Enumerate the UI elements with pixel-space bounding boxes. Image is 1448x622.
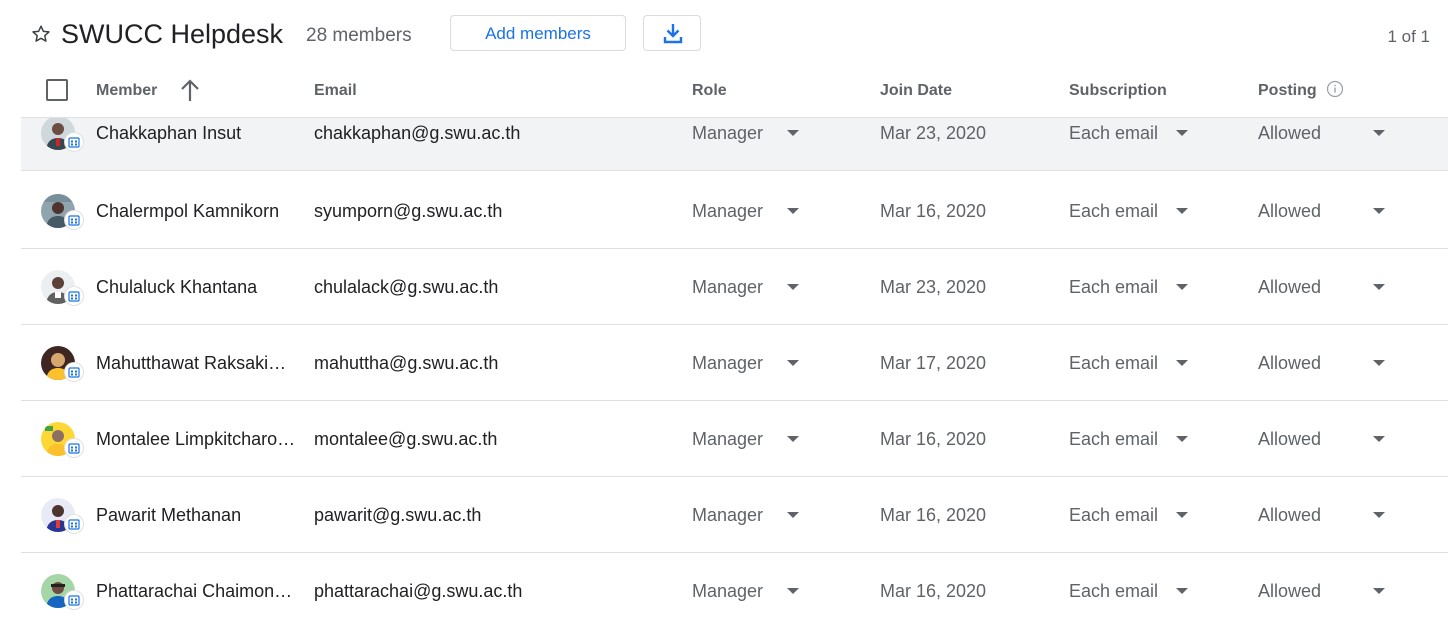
posting-dropdown-icon[interactable] <box>1373 435 1385 442</box>
subscription-dropdown-icon[interactable] <box>1176 359 1188 366</box>
member-email: chakkaphan@g.swu.ac.th <box>314 122 521 143</box>
workspace-badge-icon <box>65 591 83 609</box>
join-date: Mar 23, 2020 <box>880 276 987 297</box>
posting-dropdown-icon[interactable] <box>1373 129 1385 136</box>
posting-select-value[interactable]: Allowed <box>1258 352 1321 374</box>
subscription-dropdown-icon[interactable] <box>1176 207 1188 214</box>
subscription-select-value[interactable]: Each email <box>1069 122 1158 144</box>
subscription-select-value[interactable]: Each email <box>1069 580 1158 602</box>
posting-dropdown-icon[interactable] <box>1373 588 1385 594</box>
pagination-label: 1 of 1 <box>1387 27 1430 46</box>
subscription-select-value[interactable]: Each email <box>1069 428 1158 450</box>
column-header-subscription[interactable]: Subscription <box>1069 81 1167 101</box>
role-dropdown-icon[interactable] <box>787 207 799 214</box>
posting-select-value[interactable]: Allowed <box>1258 580 1321 602</box>
member-name[interactable]: Chakkaphan Insut <box>96 122 296 144</box>
posting-dropdown-icon[interactable] <box>1373 359 1385 366</box>
role-select-value[interactable]: Manager <box>692 580 763 602</box>
table-row[interactable]: Phattarachai Chaimong… phattarachai@g.sw… <box>21 553 1448 622</box>
posting-dropdown-icon[interactable] <box>1373 283 1385 290</box>
star-icon[interactable] <box>30 23 52 45</box>
join-date: Mar 16, 2020 <box>880 428 987 449</box>
workspace-badge-icon <box>65 362 83 381</box>
posting-select-value[interactable]: Allowed <box>1258 122 1321 144</box>
subscription-dropdown-icon[interactable] <box>1176 511 1188 518</box>
join-date: Mar 16, 2020 <box>880 581 987 601</box>
add-members-button[interactable]: Add members <box>450 15 626 51</box>
subscription-dropdown-icon[interactable] <box>1176 588 1188 594</box>
member-name[interactable]: Mahutthawat Raksakiet… <box>96 352 296 374</box>
role-dropdown-icon[interactable] <box>787 359 799 366</box>
member-name[interactable]: Montalee Limpkitcharo… <box>96 428 296 450</box>
subscription-dropdown-icon[interactable] <box>1176 129 1188 136</box>
table-row[interactable]: Chakkaphan Insut chakkaphan@g.swu.ac.th … <box>21 117 1448 171</box>
workspace-badge-icon <box>65 210 83 229</box>
posting-select-value[interactable]: Allowed <box>1258 428 1321 450</box>
table-header: Member Email Role Join Date Subscription… <box>21 70 1448 118</box>
table-row[interactable]: Chulaluck Khantana chulalack@g.swu.ac.th… <box>21 249 1448 325</box>
role-select-value[interactable]: Manager <box>692 200 763 222</box>
join-date: Mar 16, 2020 <box>880 200 987 221</box>
column-header-member[interactable]: Member <box>96 81 157 101</box>
member-name[interactable]: Phattarachai Chaimong… <box>96 580 296 602</box>
join-date: Mar 16, 2020 <box>880 504 987 525</box>
role-dropdown-icon[interactable] <box>787 588 799 594</box>
member-name[interactable]: Chalermpol Kamnikorn <box>96 200 296 222</box>
workspace-badge-icon <box>65 286 83 305</box>
role-select-value[interactable]: Manager <box>692 428 763 450</box>
download-button[interactable] <box>643 15 701 51</box>
column-header-email[interactable]: Email <box>314 81 357 101</box>
table-row[interactable]: Mahutthawat Raksakiet… mahuttha@g.swu.ac… <box>21 325 1448 401</box>
subscription-select-value[interactable]: Each email <box>1069 276 1158 298</box>
column-header-posting[interactable]: Posting <box>1258 81 1317 101</box>
member-list: Chakkaphan Insut chakkaphan@g.swu.ac.th … <box>21 117 1448 622</box>
column-header-join-date[interactable]: Join Date <box>880 81 952 101</box>
role-dropdown-icon[interactable] <box>787 435 799 442</box>
member-email: syumporn@g.swu.ac.th <box>314 200 503 221</box>
posting-select-value[interactable]: Allowed <box>1258 200 1321 222</box>
workspace-badge-icon <box>65 438 83 457</box>
column-header-role[interactable]: Role <box>692 81 727 101</box>
posting-dropdown-icon[interactable] <box>1373 511 1385 518</box>
group-title: SWUCC Helpdesk <box>61 19 284 49</box>
select-all-checkbox[interactable] <box>46 79 68 101</box>
member-email: chulalack@g.swu.ac.th <box>314 276 499 297</box>
subscription-select-value[interactable]: Each email <box>1069 200 1158 222</box>
role-select-value[interactable]: Manager <box>692 276 763 298</box>
member-count: 28 members <box>306 25 412 46</box>
posting-dropdown-icon[interactable] <box>1373 207 1385 214</box>
posting-select-value[interactable]: Allowed <box>1258 504 1321 526</box>
subscription-select-value[interactable]: Each email <box>1069 352 1158 374</box>
table-row[interactable]: Pawarit Methanan pawarit@g.swu.ac.th Man… <box>21 477 1448 553</box>
posting-select-value[interactable]: Allowed <box>1258 276 1321 298</box>
table-row[interactable]: Chalermpol Kamnikorn syumporn@g.swu.ac.t… <box>21 173 1448 249</box>
join-date: Mar 23, 2020 <box>880 122 987 143</box>
role-dropdown-icon[interactable] <box>787 129 799 136</box>
role-select-value[interactable]: Manager <box>692 122 763 144</box>
role-select-value[interactable]: Manager <box>692 352 763 374</box>
subscription-dropdown-icon[interactable] <box>1176 435 1188 442</box>
workspace-badge-icon <box>65 514 83 533</box>
sort-ascending-icon[interactable] <box>179 79 201 108</box>
member-name[interactable]: Pawarit Methanan <box>96 504 296 526</box>
member-name[interactable]: Chulaluck Khantana <box>96 276 296 298</box>
role-dropdown-icon[interactable] <box>787 283 799 290</box>
subscription-select-value[interactable]: Each email <box>1069 504 1158 526</box>
download-icon <box>663 24 683 44</box>
member-email: montalee@g.swu.ac.th <box>314 428 498 449</box>
workspace-badge-icon <box>65 132 83 151</box>
info-icon[interactable] <box>1326 80 1344 103</box>
member-email: pawarit@g.swu.ac.th <box>314 504 482 525</box>
role-select-value[interactable]: Manager <box>692 504 763 526</box>
join-date: Mar 17, 2020 <box>880 352 987 373</box>
member-email: phattarachai@g.swu.ac.th <box>314 581 523 601</box>
group-header: SWUCC Helpdesk 28 members Add members 1 … <box>0 0 1448 70</box>
subscription-dropdown-icon[interactable] <box>1176 283 1188 290</box>
table-row[interactable]: Montalee Limpkitcharo… montalee@g.swu.ac… <box>21 401 1448 477</box>
member-email: mahuttha@g.swu.ac.th <box>314 352 499 373</box>
role-dropdown-icon[interactable] <box>787 511 799 518</box>
